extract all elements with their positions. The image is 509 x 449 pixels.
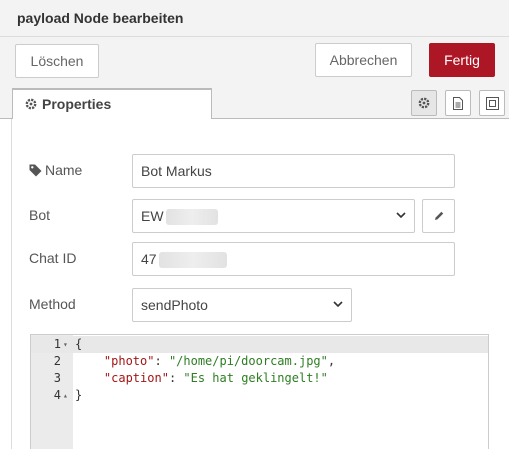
- delete-button[interactable]: Löschen: [15, 44, 99, 78]
- chat-id-value: 47: [141, 251, 157, 267]
- done-button[interactable]: Fertig: [429, 43, 495, 77]
- line-number: 2: [53, 354, 61, 368]
- bot-select[interactable]: EW: [132, 199, 415, 233]
- method-label: Method: [29, 296, 76, 312]
- frame-icon: [486, 97, 499, 110]
- tab-label: Properties: [42, 96, 112, 112]
- chat-id-input[interactable]: 47: [132, 242, 455, 276]
- name-label: Name: [29, 162, 82, 178]
- json-editor[interactable]: 1 ▾ { 2 "photo": "/home/pi/doorcam.jpg",…: [30, 334, 489, 449]
- method-select[interactable]: sendPhoto: [132, 288, 352, 322]
- fold-toggle[interactable]: ▾: [63, 336, 68, 353]
- active-line-highlight: [31, 336, 488, 353]
- tab-properties[interactable]: Properties: [12, 88, 212, 120]
- tab-strip: Properties: [0, 87, 509, 120]
- document-icon: [453, 97, 463, 110]
- chat-id-label: Chat ID: [29, 250, 77, 266]
- dialog-title: payload Node bearbeiten: [17, 10, 184, 26]
- bot-label: Bot: [29, 207, 51, 223]
- dialog-titlebar: payload Node bearbeiten: [0, 0, 509, 37]
- edit-bot-button[interactable]: [422, 199, 455, 233]
- pencil-icon: [435, 211, 444, 220]
- line-number: 1: [53, 337, 61, 351]
- redacted-blur: [165, 209, 218, 226]
- node-settings-button[interactable]: [411, 90, 437, 116]
- chevron-down-icon: [333, 301, 343, 308]
- line-number: 4: [53, 388, 61, 402]
- line-number: 3: [53, 371, 61, 385]
- code-line: "photo": "/home/pi/doorcam.jpg",: [103, 354, 336, 368]
- chevron-down-icon: [396, 212, 406, 219]
- code-line: {: [75, 337, 83, 351]
- dialog-actionbar: Löschen Abbrechen Fertig: [0, 37, 509, 87]
- tag-icon: [29, 164, 42, 177]
- bot-select-value: EW: [141, 208, 164, 224]
- method-select-value: sendPhoto: [141, 297, 208, 313]
- gear-icon: [25, 98, 37, 110]
- cancel-button[interactable]: Abbrechen: [315, 43, 412, 77]
- fold-toggle[interactable]: ▴: [63, 387, 68, 404]
- code-line: }: [75, 388, 83, 402]
- node-description-button[interactable]: [445, 90, 471, 116]
- node-appearance-button[interactable]: [479, 90, 505, 116]
- redacted-blur: [158, 252, 227, 269]
- code-line: "caption": "Es hat geklingelt!": [103, 371, 328, 385]
- gear-icon: [418, 97, 430, 109]
- name-input[interactable]: Bot Markus: [132, 154, 455, 188]
